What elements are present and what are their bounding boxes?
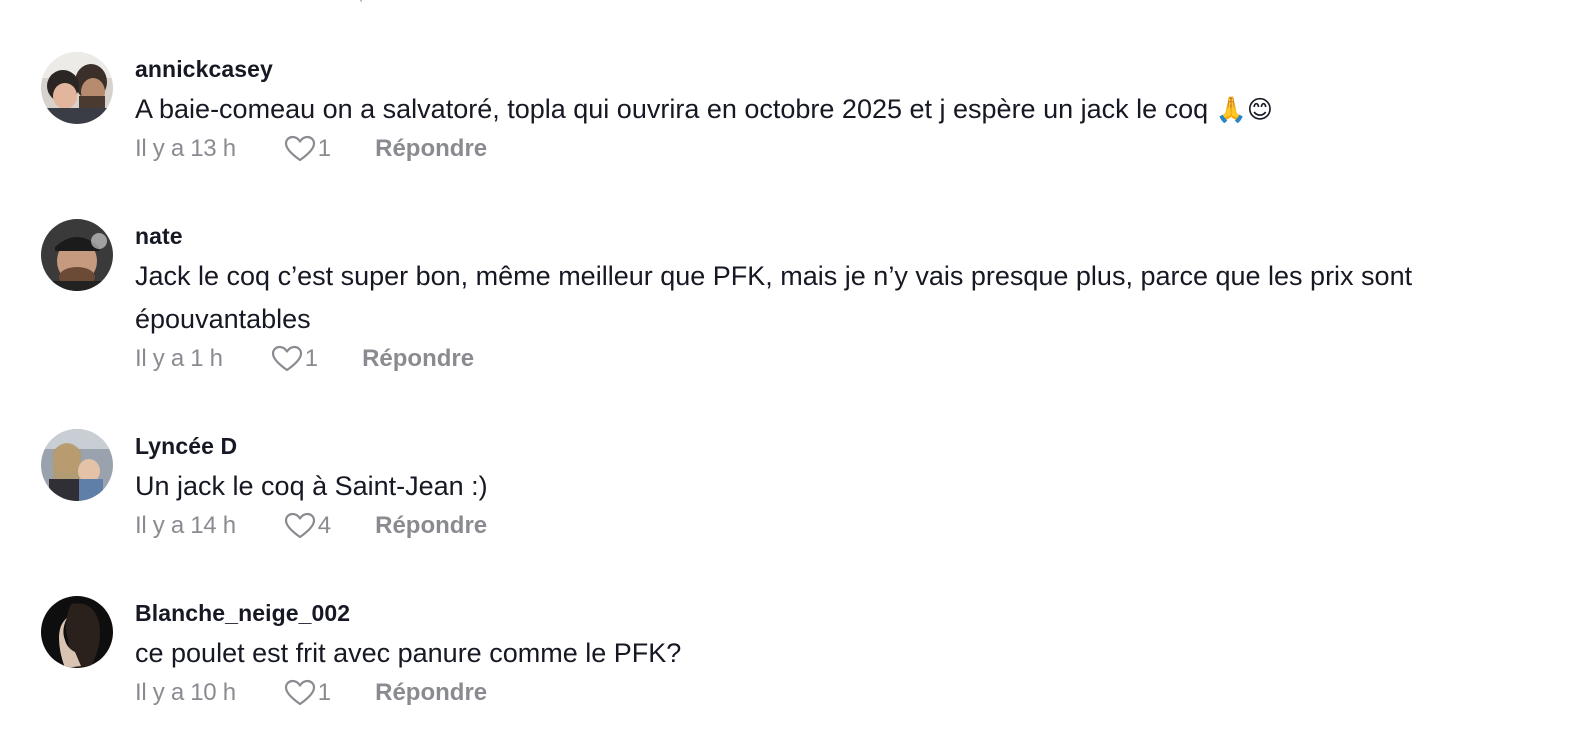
comment-text: A baie-comeau on a salvatoré, topla qui … <box>135 88 1540 131</box>
comment-text-content: A baie-comeau on a salvatoré, topla qui … <box>135 94 1209 124</box>
reply-button[interactable]: Répondre <box>375 512 487 540</box>
reply-button[interactable]: Répondre <box>375 135 487 163</box>
comment-timestamp: Il y a 1 h <box>135 345 223 372</box>
woman-child-photo-avatar <box>41 429 113 501</box>
comment-timestamp: Il y a 14 h <box>135 512 236 539</box>
avatar[interactable] <box>41 429 113 501</box>
heart-icon <box>284 512 315 539</box>
comment-username[interactable]: Lyncée D <box>135 431 1540 461</box>
comment-meta: Il y a 10 h 1 Répondre <box>135 675 1540 711</box>
comment-meta: Il y a 1 h 1 Répondre <box>135 341 1540 377</box>
comment-username[interactable]: Blanche_neige_002 <box>135 598 1540 628</box>
avatar[interactable] <box>41 219 113 291</box>
like-count: 1 <box>304 345 319 372</box>
comment-username[interactable]: annickcasey <box>135 54 1540 84</box>
comment-text: Un jack le coq à Saint-Jean :) <box>135 471 488 501</box>
reply-button[interactable]: Répondre <box>375 679 487 707</box>
comment-emoji: 🙏😊 <box>1215 95 1273 124</box>
couple-photo-avatar <box>41 52 113 124</box>
man-cap-photo-avatar <box>41 219 113 291</box>
like-button[interactable]: 4 <box>284 512 331 540</box>
previous-comment-fragment <box>360 0 368 2</box>
like-button[interactable]: 1 <box>271 345 318 373</box>
comment-meta: Il y a 13 h 1 Répondre <box>135 131 1540 167</box>
comment-meta: Il y a 14 h 4 Répondre <box>135 508 1540 544</box>
avatar[interactable] <box>41 52 113 124</box>
reply-button[interactable]: Répondre <box>362 345 474 373</box>
heart-icon <box>284 679 315 706</box>
comment-timestamp: Il y a 13 h <box>135 135 236 162</box>
comment-timestamp: Il y a 10 h <box>135 679 236 706</box>
like-count: 1 <box>317 135 332 162</box>
like-count: 1 <box>317 679 332 706</box>
like-count: 4 <box>317 512 332 539</box>
comment-text: ce poulet est frit avec panure comme le … <box>135 638 682 668</box>
heart-icon <box>284 135 315 162</box>
like-button[interactable]: 1 <box>284 135 331 163</box>
comment-text: Jack le coq c’est super bon, même meille… <box>135 261 1413 334</box>
woman-profile-photo-avatar <box>41 596 113 668</box>
avatar[interactable] <box>41 596 113 668</box>
heart-icon <box>271 345 302 372</box>
comment-username[interactable]: nate <box>135 221 1540 251</box>
like-button[interactable]: 1 <box>284 679 331 707</box>
